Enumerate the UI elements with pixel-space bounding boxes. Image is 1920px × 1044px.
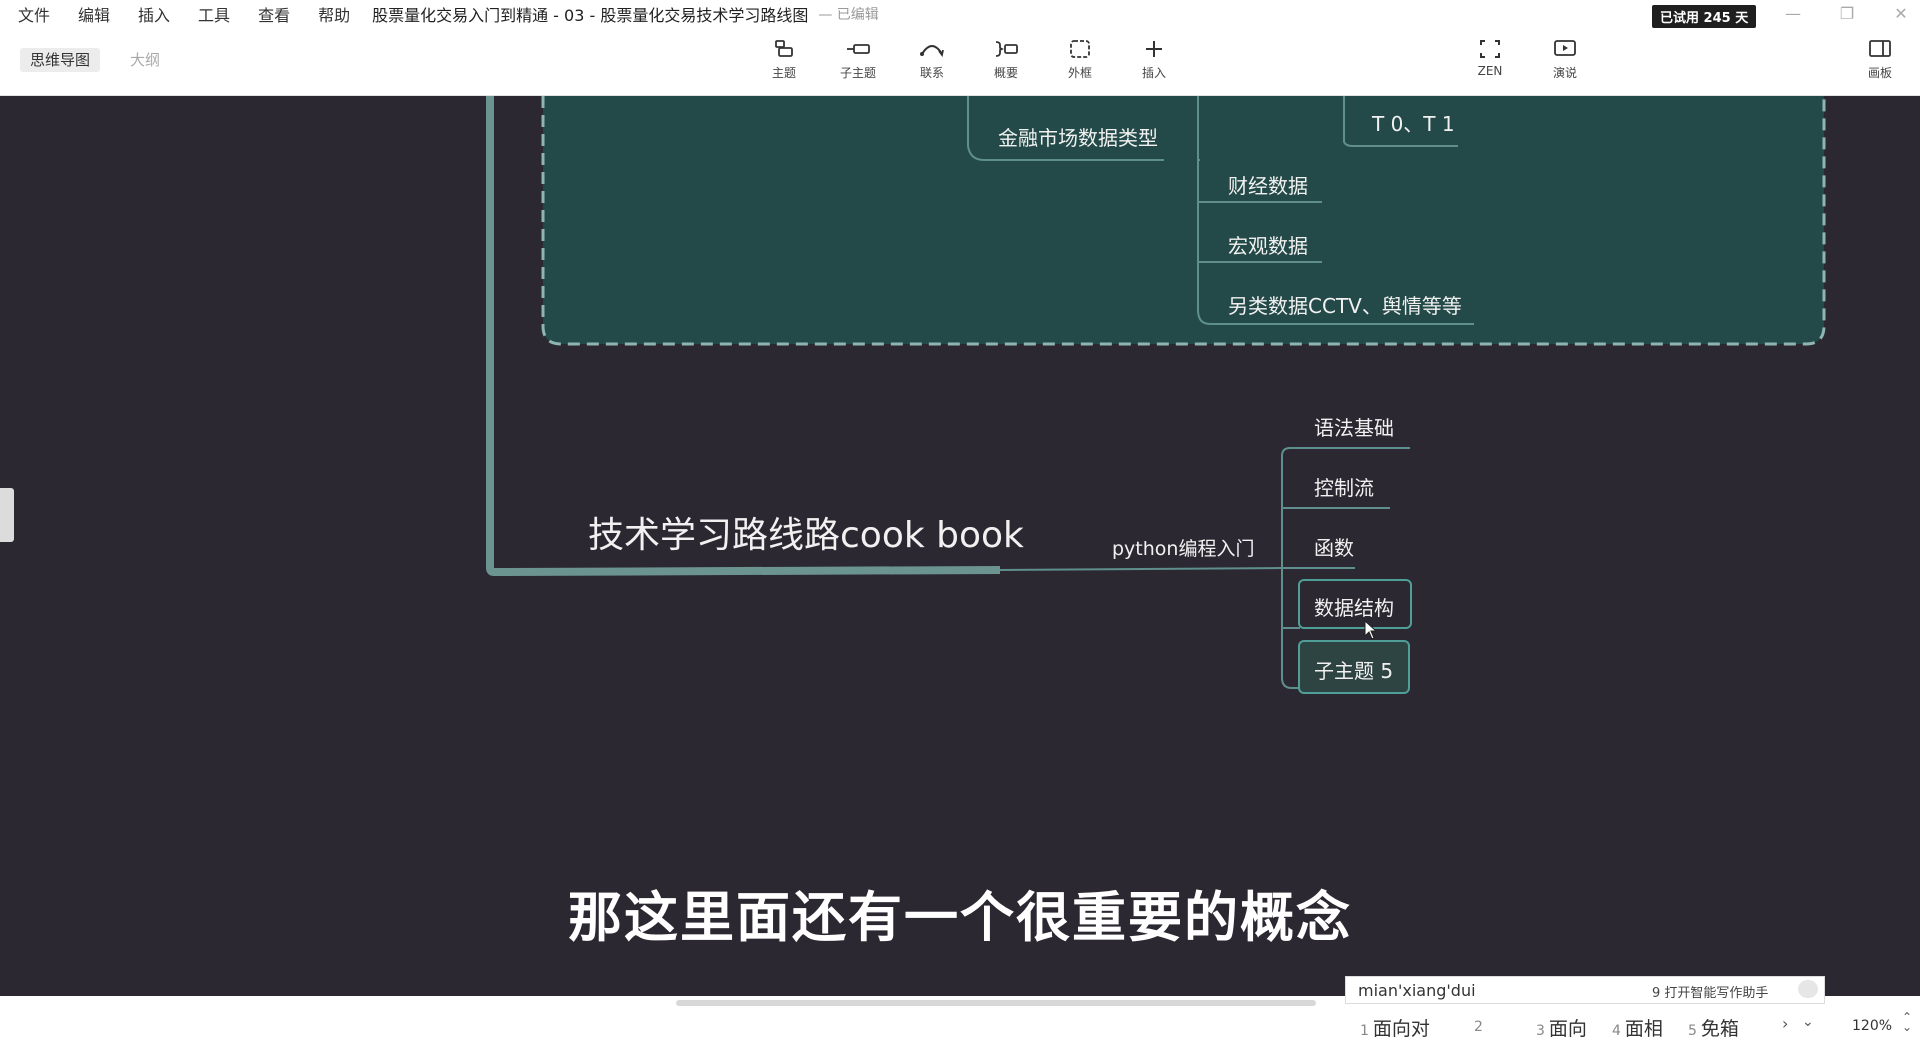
insert-button[interactable]: 插入: [1124, 36, 1184, 81]
menu-help[interactable]: 帮助: [318, 2, 350, 26]
present-button[interactable]: 演说: [1535, 36, 1595, 81]
panel-icon: [1850, 36, 1910, 62]
menu-edit[interactable]: 编辑: [78, 2, 110, 26]
ime-candidate-2[interactable]: 2: [1474, 1014, 1487, 1036]
zoom-stepper-icon[interactable]: ⌃ ⌄: [1902, 1011, 1912, 1033]
ime-candidate-1[interactable]: 1 面向对: [1360, 1014, 1430, 1041]
topic-control-flow[interactable]: 控制流: [1314, 472, 1374, 501]
topic-financial-data[interactable]: 财经数据: [1228, 170, 1308, 199]
menu-insert[interactable]: 插入: [138, 2, 170, 26]
ime-composition-text: mian'xiang'dui: [1358, 981, 1476, 1000]
topic-t0-t1[interactable]: T 0、T 1: [1372, 108, 1455, 137]
selected-topic-subtopic-5[interactable]: 子主题 5: [1298, 640, 1410, 694]
ime-candidate-3[interactable]: 3 面向: [1536, 1014, 1587, 1041]
boundary-frame: [541, 96, 1826, 346]
ime-expand-icon[interactable]: ⌄: [1802, 1014, 1814, 1030]
close-button[interactable]: ✕: [1886, 4, 1916, 24]
insert-label: 插入: [1141, 66, 1166, 80]
play-icon: [1535, 36, 1595, 62]
summary-label: 概要: [993, 66, 1018, 80]
document-title: 股票量化交易入门到精通 - 03 - 股票量化交易技术学习路线图: [372, 6, 809, 25]
plus-icon: [1124, 36, 1184, 62]
menu-tools[interactable]: 工具: [198, 2, 230, 26]
boundary-button[interactable]: 外框: [1050, 36, 1110, 81]
topic-data-structures[interactable]: 数据结构: [1314, 592, 1394, 621]
topic-subtopic-5[interactable]: 子主题 5: [1314, 655, 1393, 684]
menu-file[interactable]: 文件: [18, 2, 50, 26]
document-state: — 已编辑: [818, 7, 879, 23]
ime-composition-bar: mian'xiang'dui 9 打开智能写作助手: [1345, 976, 1825, 1004]
side-panel-handle[interactable]: [0, 488, 14, 542]
video-subtitle: 那这里面还有一个很重要的概念: [568, 886, 1352, 949]
tab-outline[interactable]: 大纲: [120, 48, 170, 72]
topic-label: 主题: [771, 66, 796, 80]
mindmap-canvas[interactable]: 金融市场数据类型 T 0、T 1 财经数据 宏观数据 另类数据CCTV、舆情等等…: [0, 96, 1920, 996]
topic-python-intro[interactable]: python编程入门: [1112, 534, 1254, 561]
ime-candidate-5[interactable]: 5 免箱: [1688, 1014, 1739, 1041]
ime-assistant-icon[interactable]: [1798, 980, 1818, 998]
topic-alternative-data[interactable]: 另类数据CCTV、舆情等等: [1228, 290, 1462, 319]
subtopic-icon: [828, 36, 888, 62]
ime-next-page-icon[interactable]: ›: [1782, 1014, 1788, 1033]
present-label: 演说: [1552, 66, 1577, 80]
python-branch-line: [999, 567, 1283, 571]
trial-badge[interactable]: 已试用 245 天: [1652, 5, 1757, 28]
topic-functions[interactable]: 函数: [1314, 532, 1354, 561]
toolbar: 思维导图 大纲 主题 子主题 联系 概要 外框 插入 ZEN 演说 画板: [0, 28, 1920, 96]
boundary-icon: [1050, 36, 1110, 62]
mouse-cursor-icon: [1364, 620, 1378, 640]
zoom-level[interactable]: 120%: [1852, 1018, 1892, 1034]
topic-button[interactable]: 主题: [754, 36, 814, 81]
maximize-button[interactable]: ❐: [1832, 4, 1862, 24]
topic-market-data-types[interactable]: 金融市场数据类型: [998, 122, 1158, 151]
ime-assistant-link[interactable]: 9 打开智能写作助手: [1652, 982, 1768, 1001]
summary-icon: [976, 36, 1036, 62]
subtopic-button[interactable]: 子主题: [828, 36, 888, 81]
horizontal-scrollbar[interactable]: [676, 1000, 1316, 1006]
zen-label: ZEN: [1477, 64, 1503, 78]
selected-topic-data-structures[interactable]: 数据结构: [1298, 579, 1412, 629]
subtopic-label: 子主题: [839, 66, 876, 80]
fullscreen-icon: [1460, 36, 1520, 62]
tab-mindmap[interactable]: 思维导图: [20, 48, 101, 72]
topic-icon: [754, 36, 814, 62]
relationship-label: 联系: [919, 66, 944, 80]
topic-syntax-basics[interactable]: 语法基础: [1314, 412, 1394, 441]
panel-button[interactable]: 画板: [1850, 36, 1910, 81]
menu-view[interactable]: 查看: [258, 2, 290, 26]
ime-candidate-4[interactable]: 4 面相: [1612, 1014, 1663, 1041]
summary-button[interactable]: 概要: [976, 36, 1036, 81]
boundary-label: 外框: [1067, 66, 1092, 80]
zen-button[interactable]: ZEN: [1460, 36, 1520, 78]
panel-label: 画板: [1867, 66, 1892, 80]
minimize-button[interactable]: —: [1778, 4, 1808, 24]
relationship-icon: [902, 36, 962, 62]
topic-macro-data[interactable]: 宏观数据: [1228, 230, 1308, 259]
central-topic[interactable]: 技术学习路线路cook book: [588, 506, 1024, 558]
relationship-button[interactable]: 联系: [902, 36, 962, 81]
menu-bar: 文件 编辑 插入 工具 查看 帮助 股票量化交易入门到精通 - 03 - 股票量…: [0, 0, 1920, 28]
